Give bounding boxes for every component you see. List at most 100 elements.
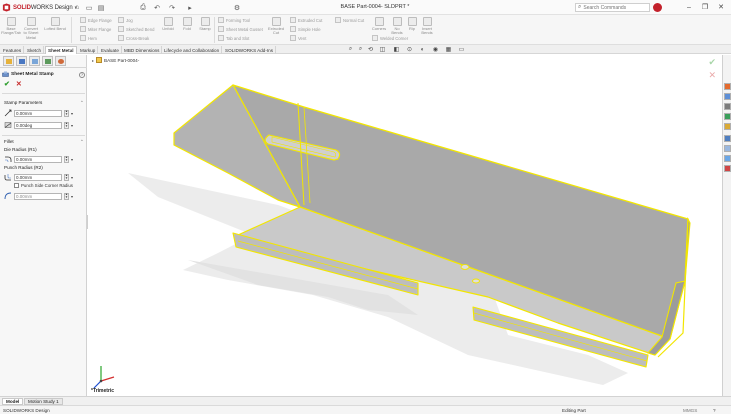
stamp-parameters-heading[interactable]: Stamp Parameters <box>4 100 42 105</box>
die-radius-stepper[interactable]: ▴ ▾ <box>64 155 69 163</box>
redo-icon[interactable]: ↷ <box>167 3 177 12</box>
app-logo[interactable]: SOLIDWORKS Design ▾ <box>2 3 77 12</box>
open-icon[interactable]: ▤ <box>96 3 106 12</box>
sheet-metal-model[interactable] <box>88 55 722 396</box>
view-palette-icon[interactable] <box>724 113 731 120</box>
vent-button[interactable]: Vent <box>290 35 306 41</box>
display-style-icon[interactable]: ⊙ <box>406 46 413 53</box>
die-radius-dropdown-icon[interactable]: ▾ <box>71 157 73 162</box>
previous-view-icon[interactable]: ⟲ <box>367 46 374 53</box>
tab-model[interactable]: Model <box>2 398 24 405</box>
tab-and-slot-button[interactable]: Tab and Slot <box>218 35 249 41</box>
flyout-tree-root[interactable]: ▸ BASE Part-0004- <box>92 57 139 63</box>
checkbox-icon[interactable] <box>14 183 19 188</box>
stamp-parameters-collapse-chevron-up-icon[interactable]: ⌃ <box>80 100 84 106</box>
apply-scene-icon[interactable]: ▦ <box>445 46 452 53</box>
status-help-icon[interactable]: ? <box>713 408 716 413</box>
lofted-bend-button[interactable]: Lofted Bend <box>44 17 66 31</box>
user-avatar[interactable] <box>653 3 662 12</box>
corners-button[interactable]: Corners <box>372 17 386 31</box>
expand-chevron-right-icon[interactable]: ▸ <box>92 58 94 63</box>
select-icon[interactable]: ▸ <box>185 3 195 12</box>
print-icon[interactable]: ⎙ <box>138 3 148 12</box>
restore-button[interactable]: ❐ <box>700 2 710 12</box>
ok-button[interactable]: ✔ <box>4 81 10 89</box>
options-gear-icon[interactable]: ⚙ <box>232 3 242 12</box>
confirmation-cancel-icon[interactable]: ✕ <box>708 71 716 80</box>
new-document-icon[interactable]: ▭ <box>84 3 94 12</box>
file-explorer-icon[interactable] <box>724 103 731 110</box>
status-units[interactable]: MMGS <box>683 408 697 413</box>
dimxpert-manager-tab[interactable] <box>42 56 53 66</box>
undo-icon[interactable]: ↶ <box>152 3 162 12</box>
unfold-button[interactable]: Unfold <box>160 17 176 31</box>
solidworks-forum-icon[interactable] <box>724 145 731 152</box>
minimize-button[interactable]: – <box>684 2 694 12</box>
feature-tree-tab[interactable] <box>3 56 14 66</box>
custom-properties-icon[interactable] <box>724 135 731 142</box>
home-icon[interactable]: ⌂ <box>72 3 82 12</box>
edit-appearance-icon[interactable]: ◉ <box>432 46 439 53</box>
punch-corner-radius-dropdown-icon[interactable]: ▾ <box>71 194 73 199</box>
zoom-to-area-icon[interactable]: ⌕ <box>357 46 364 53</box>
stamp-button[interactable]: Stamp <box>198 17 212 31</box>
property-manager-tab[interactable] <box>16 56 27 66</box>
die-radius-field[interactable]: 0.00mm <box>14 155 62 163</box>
stamp-angle-field[interactable]: 0.00deg <box>14 121 62 129</box>
view-settings-icon[interactable]: ▭ <box>458 46 465 53</box>
appearances-icon[interactable] <box>724 123 731 130</box>
help-icon[interactable]: ? <box>79 71 85 78</box>
graphics-area[interactable]: ▸ BASE Part-0004- *Trimetric ✔ ✕ <box>88 55 722 396</box>
fold-button[interactable]: Fold <box>180 17 194 31</box>
tab-lifecycle-collaboration[interactable]: Lifecycle and Collaboration <box>162 46 223 54</box>
tab-mbd-dimensions[interactable]: MBD Dimensions <box>122 46 163 54</box>
confirmation-ok-icon[interactable]: ✔ <box>708 58 716 67</box>
section-view-icon[interactable]: ◫ <box>379 46 386 53</box>
extruded-cut-large-button[interactable]: Extruded Cut <box>268 17 284 36</box>
hide-show-items-icon[interactable]: ◐ <box>419 46 426 53</box>
tab-evaluate[interactable]: Evaluate <box>99 46 122 54</box>
search-input[interactable] <box>583 4 640 11</box>
search-commands[interactable]: ⌕ <box>575 3 650 12</box>
punch-corner-radius-stepper[interactable]: ▴ ▾ <box>64 192 69 200</box>
display-manager-tab[interactable] <box>55 56 66 66</box>
stamp-depth-stepper[interactable]: ▴ ▾ <box>64 109 69 117</box>
tab-solidworks-addins[interactable]: SOLIDWORKS Add-Ins <box>223 46 276 54</box>
forming-tool-button[interactable]: Forming Tool <box>218 17 250 23</box>
solidworks-resources-icon[interactable] <box>724 83 731 90</box>
normal-cut-button[interactable]: Normal Cut <box>335 17 364 23</box>
rip-button[interactable]: Rip <box>406 17 418 31</box>
simple-hole-button[interactable]: Simple Hole <box>290 26 321 32</box>
tab-markup[interactable]: Markup <box>78 46 99 54</box>
tab-motion-study-1[interactable]: Motion Study 1 <box>24 398 63 405</box>
stamp-angle-dropdown-icon[interactable]: ▾ <box>71 123 73 128</box>
sheet-metal-gusset-button[interactable]: Sheet Metal Gusset <box>218 26 263 32</box>
punch-radius-field[interactable]: 0.00mm <box>14 173 62 181</box>
view-orientation-icon[interactable]: ◧ <box>393 46 400 53</box>
punch-side-corner-checkbox[interactable]: Punch Side Corner Radius <box>14 183 73 188</box>
miter-flange-button[interactable]: Miter Flange <box>80 26 111 32</box>
sketched-bend-button[interactable]: Sketched Bend <box>118 26 154 32</box>
tab-sketch[interactable]: Sketch <box>25 46 45 54</box>
tab-features[interactable]: Features <box>1 46 25 54</box>
extruded-cut-button[interactable]: Extruded Cut <box>290 17 322 23</box>
close-button[interactable]: ✕ <box>716 2 726 12</box>
tab-sheet-metal[interactable]: Sheet Metal <box>45 46 77 54</box>
cancel-button[interactable]: ✕ <box>16 81 22 89</box>
punch-radius-dropdown-icon[interactable]: ▾ <box>71 175 73 180</box>
stamp-angle-stepper[interactable]: ▴ ▾ <box>64 121 69 129</box>
zoom-to-fit-icon[interactable]: ⌕ <box>347 46 354 53</box>
cross-break-button[interactable]: Cross-Break <box>118 35 149 41</box>
hole-feature[interactable] <box>460 264 470 270</box>
base-flange-button[interactable]: Base Flange/Tab <box>1 17 21 36</box>
edge-flange-button[interactable]: Edge Flange <box>80 17 112 23</box>
hem-button[interactable]: Hem <box>80 35 97 41</box>
fillet-collapse-chevron-up-icon[interactable]: ⌃ <box>80 139 84 145</box>
no-bends-button[interactable]: No Bends <box>390 17 404 36</box>
fillet-heading[interactable]: Fillet <box>4 139 14 144</box>
hole-feature[interactable] <box>472 278 480 284</box>
task-pane-extra-icon[interactable] <box>724 165 731 172</box>
configuration-manager-tab[interactable] <box>29 56 40 66</box>
convert-sheet-metal-button[interactable]: Convert to Sheet Metal <box>23 17 39 40</box>
welded-corner-button[interactable]: Welded Corner <box>372 35 408 41</box>
